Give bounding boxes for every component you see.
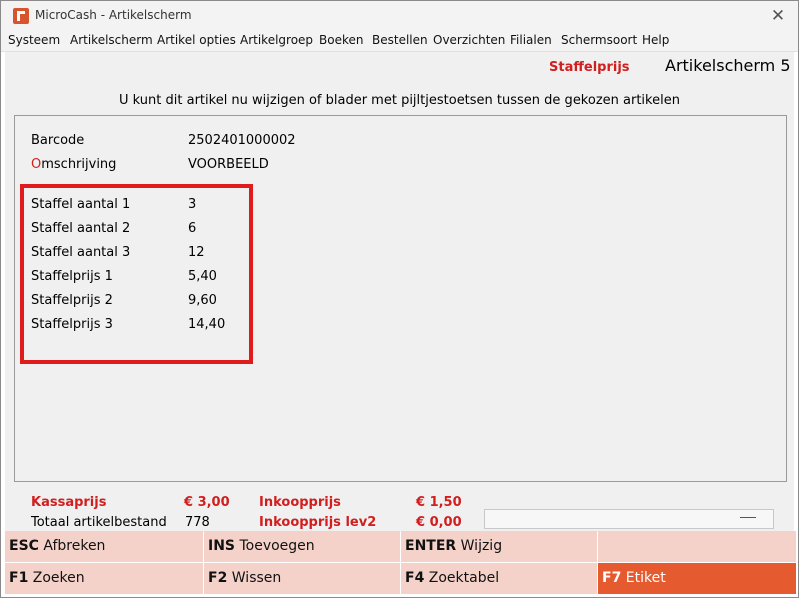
- description-hotkey: O: [31, 157, 42, 172]
- f2-button[interactable]: F2 Wissen: [204, 563, 400, 594]
- voorraad-value: 778: [185, 515, 210, 530]
- close-icon[interactable]: ✕: [764, 4, 792, 28]
- empty-function-button[interactable]: [598, 531, 796, 562]
- barcode-value[interactable]: 2502401000002: [188, 133, 296, 148]
- status-field: [484, 509, 774, 529]
- description-label-rest: mschrijving: [41, 157, 117, 172]
- staffel-aantal-2-value[interactable]: 6: [188, 221, 196, 236]
- menu-overzichten[interactable]: Overzichten: [433, 33, 505, 47]
- staffelprijs-2-value[interactable]: 9,60: [188, 293, 217, 308]
- staffel-aantal-1-value[interactable]: 3: [188, 197, 196, 212]
- f1-button[interactable]: F1 Zoeken: [5, 563, 203, 594]
- staffel-aantal-3-value[interactable]: 12: [188, 245, 205, 260]
- inkoopprijs-lev2-value: € 0,00: [416, 515, 462, 530]
- kassaprijs-label: Kassaprijs: [31, 495, 107, 510]
- inkoopprijs-label: Inkoopprijs: [259, 495, 341, 510]
- f4-label: Zoektabel: [428, 570, 500, 586]
- inkoopprijs-value: € 1,50: [416, 495, 462, 510]
- menu-filialen[interactable]: Filialen: [510, 33, 552, 47]
- staffel-aantal-2-label: Staffel aantal 2: [31, 221, 131, 236]
- f2-label: Wissen: [231, 570, 282, 586]
- kassaprijs-value: € 3,00: [184, 495, 230, 510]
- staffelprijs-1-label: Staffelprijs 1: [31, 269, 113, 284]
- mode-label: Staffelprijs: [549, 60, 630, 75]
- f4-button[interactable]: F4 Zoektabel: [401, 563, 597, 594]
- minus-icon: [740, 517, 756, 518]
- menu-bar: Systeem Artikelscherm Artikel opties Art…: [1, 31, 798, 52]
- menu-boeken[interactable]: Boeken: [319, 33, 363, 47]
- ins-button[interactable]: INS Toevoegen: [204, 531, 400, 562]
- f4-key: F4: [405, 570, 425, 586]
- voorraad-label: Totaal artikelbestand: [31, 515, 167, 530]
- f7-label: Etiket: [625, 570, 666, 586]
- f2-key: F2: [208, 570, 228, 586]
- enter-label: Wijzig: [460, 538, 503, 554]
- esc-label: Afbreken: [43, 538, 106, 554]
- f1-key: F1: [9, 570, 29, 586]
- barcode-label: Barcode: [31, 133, 85, 148]
- description-value[interactable]: VOORBEELD: [188, 157, 269, 172]
- f1-label: Zoeken: [32, 570, 85, 586]
- staffelprijs-3-label: Staffelprijs 3: [31, 317, 113, 332]
- staffel-aantal-3-label: Staffel aantal 3: [31, 245, 131, 260]
- menu-help[interactable]: Help: [642, 33, 669, 47]
- enter-key: ENTER: [405, 538, 457, 554]
- menu-systeem[interactable]: Systeem: [8, 33, 60, 47]
- menu-artikelscherm[interactable]: Artikelscherm: [70, 33, 153, 47]
- esc-key: ESC: [9, 538, 39, 554]
- f7-button[interactable]: F7 Etiket: [598, 563, 796, 594]
- esc-button[interactable]: ESC Afbreken: [5, 531, 203, 562]
- window-title: MicroCash - Artikelscherm: [35, 8, 192, 22]
- ins-key: INS: [208, 538, 236, 554]
- instruction-text: U kunt dit artikel nu wijzigen of blader…: [119, 93, 680, 108]
- function-key-bar: ESC Afbreken INS Toevoegen ENTER Wijzig …: [5, 531, 796, 596]
- enter-button[interactable]: ENTER Wijzig: [401, 531, 597, 562]
- article-content: Staffelprijs Artikelscherm 5 U kunt dit …: [5, 52, 794, 532]
- menu-artikelgroep[interactable]: Artikelgroep: [240, 33, 313, 47]
- screen-title: Artikelscherm 5: [665, 56, 791, 75]
- description-label: Omschrijving: [31, 157, 116, 172]
- staffelprijs-2-label: Staffelprijs 2: [31, 293, 113, 308]
- ins-label: Toevoegen: [239, 538, 315, 554]
- inkoopprijs-lev2-label: Inkoopprijs lev2: [259, 515, 377, 530]
- menu-schermsoort[interactable]: Schermsoort: [561, 33, 637, 47]
- title-bar: MicroCash - Artikelscherm ✕: [1, 1, 798, 31]
- staffelprijs-1-value[interactable]: 5,40: [188, 269, 217, 284]
- menu-artikel-opties[interactable]: Artikel opties: [157, 33, 236, 47]
- staffel-aantal-1-label: Staffel aantal 1: [31, 197, 131, 212]
- staffelprijs-3-value[interactable]: 14,40: [188, 317, 225, 332]
- menu-bestellen[interactable]: Bestellen: [372, 33, 428, 47]
- f7-key: F7: [602, 570, 622, 586]
- microcash-logo-icon: [13, 8, 29, 24]
- app-window: MicroCash - Artikelscherm ✕ Systeem Arti…: [0, 0, 799, 598]
